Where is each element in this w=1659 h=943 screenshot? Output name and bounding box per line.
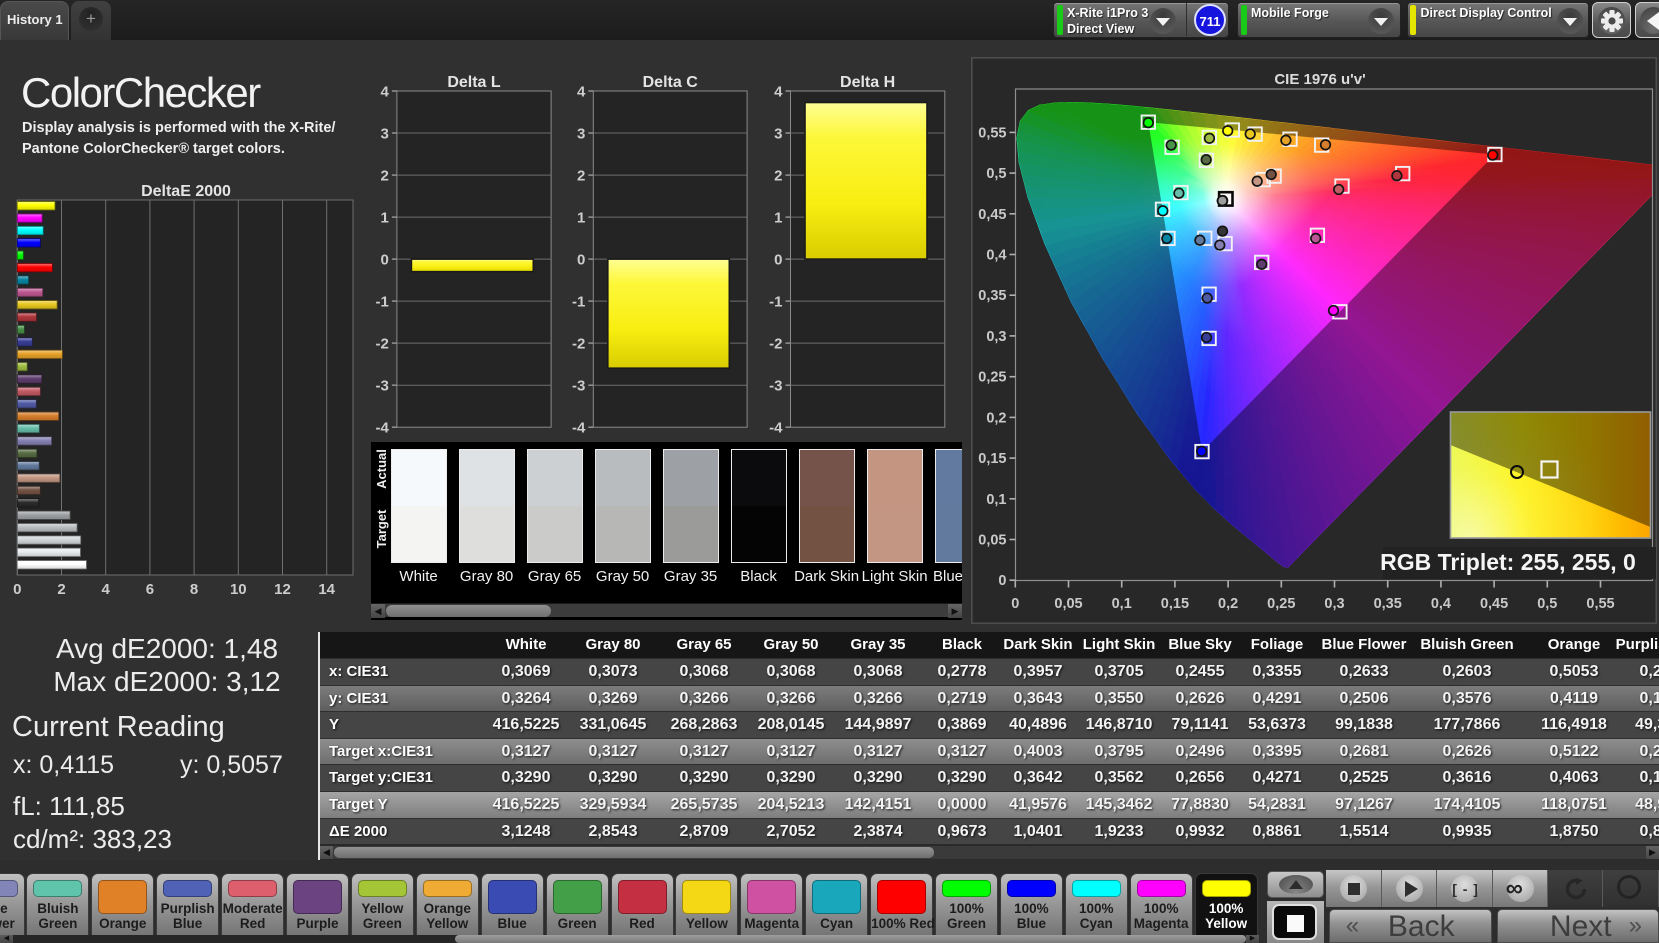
svg-text:8: 8 [190, 581, 198, 598]
svg-text:0,4: 0,4 [1431, 596, 1451, 612]
svg-text:Delta L: Delta L [447, 74, 501, 91]
svg-text:Delta H: Delta H [840, 74, 895, 91]
svg-text:0,4: 0,4 [986, 248, 1006, 264]
svg-text:3: 3 [577, 126, 585, 143]
svg-text:0,55: 0,55 [978, 125, 1006, 141]
svg-text:0,05: 0,05 [978, 533, 1006, 549]
svg-text:1: 1 [577, 210, 585, 227]
svg-text:-1: -1 [376, 294, 389, 311]
svg-text:0,1: 0,1 [1112, 596, 1132, 612]
svg-text:-3: -3 [769, 378, 782, 395]
svg-text:10: 10 [230, 581, 247, 598]
svg-text:0,35: 0,35 [978, 288, 1006, 304]
svg-text:1: 1 [774, 210, 782, 227]
svg-text:4: 4 [381, 84, 390, 101]
svg-text:-4: -4 [769, 420, 783, 437]
svg-text:0,15: 0,15 [978, 451, 1006, 467]
svg-text:3: 3 [381, 126, 389, 143]
svg-text:0,05: 0,05 [1054, 596, 1082, 612]
svg-text:6: 6 [146, 581, 154, 598]
svg-text:0,1: 0,1 [986, 492, 1006, 508]
svg-text:4: 4 [774, 84, 783, 101]
svg-text:0,15: 0,15 [1161, 596, 1189, 612]
svg-text:CIE 1976 u'v': CIE 1976 u'v' [1274, 71, 1365, 88]
svg-text:0: 0 [13, 581, 21, 598]
svg-text:0: 0 [998, 573, 1006, 589]
svg-text:0,45: 0,45 [978, 207, 1006, 223]
svg-text:-4: -4 [376, 420, 390, 437]
svg-text:0,2: 0,2 [1218, 596, 1238, 612]
svg-text:2: 2 [381, 168, 389, 185]
svg-text:2: 2 [57, 581, 65, 598]
svg-text:0,5: 0,5 [1537, 596, 1557, 612]
svg-text:0,55: 0,55 [1586, 596, 1614, 612]
svg-text:0,25: 0,25 [978, 370, 1006, 386]
svg-text:0: 0 [577, 252, 585, 269]
svg-text:4: 4 [102, 581, 111, 598]
svg-text:DeltaE 2000: DeltaE 2000 [141, 183, 231, 200]
svg-text:0,5: 0,5 [986, 166, 1006, 182]
svg-text:1: 1 [381, 210, 389, 227]
svg-text:0: 0 [1011, 596, 1019, 612]
svg-text:-1: -1 [769, 294, 782, 311]
svg-text:0,35: 0,35 [1374, 596, 1402, 612]
svg-text:-1: -1 [572, 294, 585, 311]
svg-text:2: 2 [774, 168, 782, 185]
svg-text:0,25: 0,25 [1267, 596, 1295, 612]
svg-text:-2: -2 [572, 336, 585, 353]
svg-text:-2: -2 [376, 336, 389, 353]
svg-text:3: 3 [774, 126, 782, 143]
svg-text:4: 4 [577, 84, 586, 101]
svg-text:-2: -2 [769, 336, 782, 353]
svg-text:0,3: 0,3 [986, 329, 1006, 345]
svg-text:0,2: 0,2 [986, 410, 1006, 426]
svg-text:RGB Triplet: 255, 255, 0: RGB Triplet: 255, 255, 0 [1380, 549, 1636, 575]
svg-text:0: 0 [381, 252, 389, 269]
svg-text:-3: -3 [572, 378, 585, 395]
svg-text:-3: -3 [376, 378, 389, 395]
svg-text:0,3: 0,3 [1324, 596, 1344, 612]
svg-text:0: 0 [774, 252, 782, 269]
svg-text:14: 14 [318, 581, 335, 598]
svg-text:Delta C: Delta C [643, 74, 699, 91]
svg-text:0,45: 0,45 [1480, 596, 1508, 612]
svg-text:2: 2 [577, 168, 585, 185]
svg-text:12: 12 [274, 581, 291, 598]
svg-text:-4: -4 [572, 420, 586, 437]
